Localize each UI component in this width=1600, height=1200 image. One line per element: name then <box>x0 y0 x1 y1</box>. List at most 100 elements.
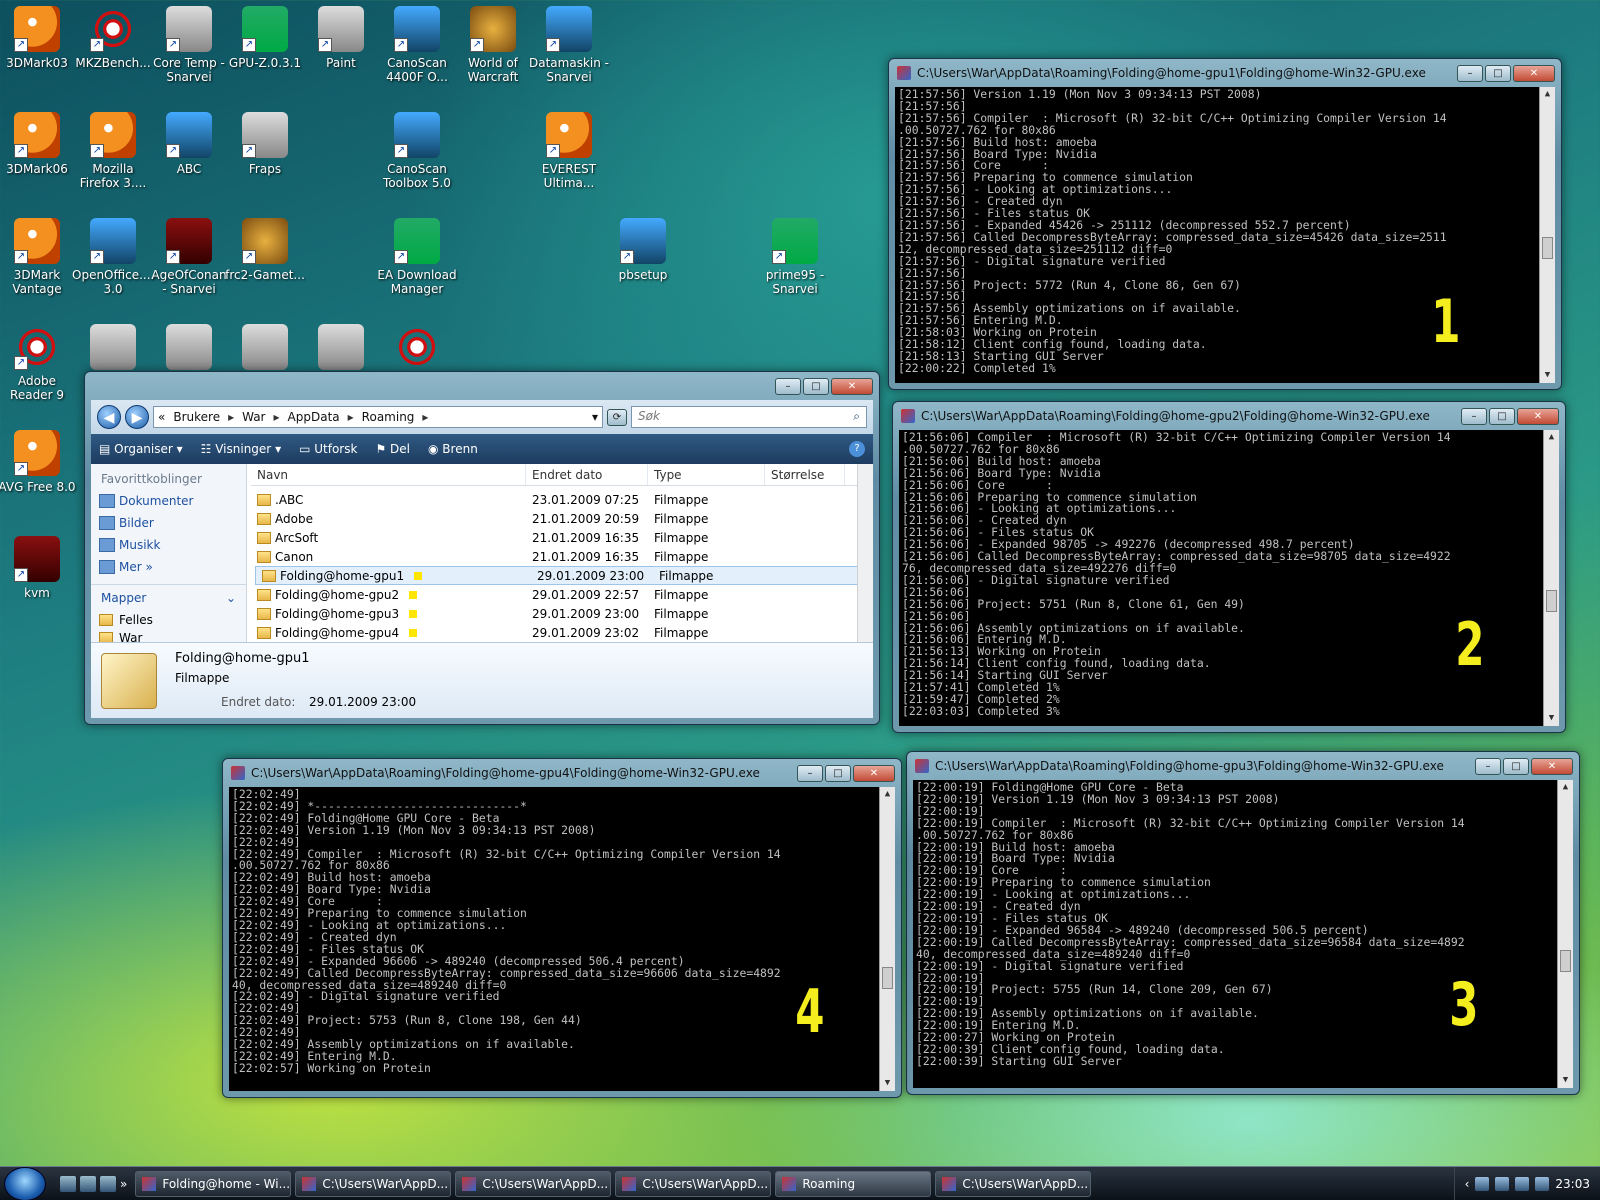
explorer-titlebar[interactable]: – □ ✕ <box>91 372 873 400</box>
desktop-icon[interactable]: ↗ Core Temp - Snarvei <box>148 6 230 84</box>
quicklaunch-overflow-icon[interactable]: » <box>120 1177 127 1191</box>
minimize-button[interactable]: – <box>775 377 801 395</box>
desktop-icon[interactable]: ↗ World of Warcraft <box>452 6 534 84</box>
console-titlebar[interactable]: C:\Users\War\AppData\Roaming\Folding@hom… <box>229 759 895 787</box>
console-window[interactable]: C:\Users\War\AppData\Roaming\Folding@hom… <box>906 751 1580 1095</box>
breadcrumb[interactable]: « Brukere ▸ War ▸ AppData ▸ Roaming ▸ ▾ <box>153 406 603 428</box>
desktop-icon[interactable]: ↗ AgeOfConan - Snarvei <box>148 218 230 296</box>
internet-explorer-icon[interactable] <box>100 1175 116 1192</box>
desktop-icon[interactable]: ↗ AVG Free 8.0 <box>0 430 78 494</box>
console-scrollbar[interactable]: ▲ ▼ <box>1539 87 1555 383</box>
desktop-icon[interactable]: ↗ 3DMark06 <box>0 112 78 176</box>
taskbar-button[interactable]: Folding@home - Wi... <box>135 1170 292 1197</box>
explore-button[interactable]: ▭ Utforsk <box>299 442 357 456</box>
console-output[interactable]: [21:57:56] Version 1.19 (Mon Nov 3 09:34… <box>895 87 1555 383</box>
desktop-icon[interactable]: ↗ EVEREST Ultima... <box>528 112 610 190</box>
file-row[interactable]: Adobe 21.01.2009 20:59 Filmappe <box>251 509 873 528</box>
column-date[interactable]: Endret dato <box>526 464 648 485</box>
burn-button[interactable]: ◉ Brenn <box>428 442 478 456</box>
breadcrumb-item[interactable]: Brukere <box>173 410 220 424</box>
file-row[interactable]: Folding@home-gpu3 29.01.2009 23:00 Filmapp… <box>251 604 873 623</box>
maximize-button[interactable]: □ <box>1489 407 1515 425</box>
close-button[interactable]: ✕ <box>853 764 895 782</box>
scroll-down-icon[interactable]: ▼ <box>1558 1073 1573 1088</box>
desktop-icon[interactable]: ↗ EA Download Manager <box>376 218 458 296</box>
taskbar-button[interactable]: C:\Users\War\AppD... <box>295 1170 452 1197</box>
nav-link[interactable]: Musikk <box>91 534 246 556</box>
scroll-down-icon[interactable]: ▼ <box>1540 368 1555 383</box>
scroll-up-icon[interactable]: ▲ <box>1544 430 1559 445</box>
scroll-down-icon[interactable]: ▼ <box>1544 711 1559 726</box>
desktop-icon[interactable]: ↗ frc2-Gamet... <box>224 218 306 282</box>
desktop-icon[interactable]: ↗ ABC <box>148 112 230 176</box>
breadcrumb-item[interactable]: Roaming <box>362 410 415 424</box>
console-scrollbar[interactable]: ▲ ▼ <box>1543 430 1559 726</box>
search-input[interactable]: Søk ⌕ <box>631 406 867 428</box>
breadcrumb-separator-icon[interactable]: ▸ <box>274 410 280 424</box>
maximize-button[interactable]: □ <box>1503 757 1529 775</box>
console-window[interactable]: C:\Users\War\AppData\Roaming\Folding@hom… <box>892 401 1566 733</box>
nav-link[interactable]: Dokumenter <box>91 490 246 512</box>
network-icon[interactable] <box>1495 1176 1510 1191</box>
tray-app-icon[interactable] <box>1475 1176 1490 1191</box>
file-row[interactable]: .ABC 23.01.2009 07:25 Filmappe <box>251 490 873 509</box>
file-row[interactable]: Folding@home-gpu2 29.01.2009 22:57 Filmapp… <box>251 585 873 604</box>
close-button[interactable]: ✕ <box>831 377 873 395</box>
scroll-up-icon[interactable]: ▲ <box>1558 780 1573 795</box>
maximize-button[interactable]: □ <box>803 377 829 395</box>
console-window[interactable]: C:\Users\War\AppData\Roaming\Folding@hom… <box>222 758 902 1098</box>
console-scrollbar[interactable]: ▲ ▼ <box>879 787 895 1091</box>
address-dropdown-icon[interactable]: ▾ <box>592 410 598 424</box>
minimize-button[interactable]: – <box>797 764 823 782</box>
desktop-icon[interactable]: ↗ kvm <box>0 536 78 600</box>
console-titlebar[interactable]: C:\Users\War\AppData\Roaming\Folding@hom… <box>895 59 1555 87</box>
scroll-thumb[interactable] <box>1546 590 1557 612</box>
file-list-scrollbar[interactable] <box>857 464 873 642</box>
column-size[interactable]: Størrelse <box>765 464 845 485</box>
console-output[interactable]: [22:02:49] [22:02:49] *-----------------… <box>229 787 895 1091</box>
scroll-thumb[interactable] <box>882 967 893 989</box>
maximize-button[interactable]: □ <box>1485 64 1511 82</box>
console-output[interactable]: [22:00:19] Folding@Home GPU Core - Beta … <box>913 780 1573 1088</box>
desktop-icon[interactable]: ↗ OpenOffice.... 3.0 <box>72 218 154 296</box>
desktop-icon[interactable] <box>376 324 458 374</box>
breadcrumb-item[interactable]: AppData <box>288 410 340 424</box>
organise-button[interactable]: ▤ Organiser ▾ <box>99 442 183 456</box>
breadcrumb-separator-icon[interactable]: ▸ <box>422 410 428 424</box>
refresh-icon[interactable]: ⟳ <box>607 408 627 426</box>
desktop-icon[interactable]: ↗ prime95 - Snarvei <box>754 218 836 296</box>
folders-header[interactable]: Mapper ⌄ <box>91 584 246 611</box>
volume-icon[interactable] <box>1515 1176 1530 1191</box>
back-button[interactable]: ◀ <box>97 405 121 429</box>
minimize-button[interactable]: – <box>1457 64 1483 82</box>
minimize-button[interactable]: – <box>1475 757 1501 775</box>
maximize-button[interactable]: □ <box>825 764 851 782</box>
close-button[interactable]: ✕ <box>1531 757 1573 775</box>
clock[interactable]: 23:03 <box>1555 1177 1590 1191</box>
desktop-icon[interactable]: ↗ Fraps <box>224 112 306 176</box>
tray-expand-icon[interactable]: ‹ <box>1465 1177 1470 1191</box>
console-window[interactable]: C:\Users\War\AppData\Roaming\Folding@hom… <box>888 58 1562 390</box>
desktop-icon[interactable]: ↗ CanoScan 4400F O... <box>376 6 458 84</box>
desktop-icon[interactable]: ↗ pbsetup <box>602 218 684 282</box>
scroll-thumb[interactable] <box>1560 950 1571 972</box>
file-row[interactable]: Folding@home-gpu4 29.01.2009 23:02 Filmapp… <box>251 623 873 642</box>
desktop-icon[interactable] <box>72 324 154 374</box>
breadcrumb-separator-icon[interactable]: ▸ <box>348 410 354 424</box>
file-row[interactable]: Canon 21.01.2009 16:35 Filmappe <box>251 547 873 566</box>
desktop-icon[interactable]: ↗ 3DMark Vantage <box>0 218 78 296</box>
show-desktop-icon[interactable] <box>60 1175 76 1192</box>
file-row[interactable]: ArcSoft 21.01.2009 16:35 Filmappe <box>251 528 873 547</box>
desktop-icon[interactable] <box>300 324 382 374</box>
column-type[interactable]: Type <box>648 464 765 485</box>
more-link[interactable]: Mer » <box>91 556 246 578</box>
scroll-down-icon[interactable]: ▼ <box>880 1076 895 1091</box>
desktop-icon[interactable]: ↗ GPU-Z.0.3.1 <box>224 6 306 70</box>
scroll-thumb[interactable] <box>1542 237 1553 259</box>
console-titlebar[interactable]: C:\Users\War\AppData\Roaming\Folding@hom… <box>899 402 1559 430</box>
help-icon[interactable]: ? <box>849 441 865 457</box>
share-button[interactable]: ⚑ Del <box>375 442 410 456</box>
minimize-button[interactable]: – <box>1461 407 1487 425</box>
folder-tree-item[interactable]: Felles <box>91 611 246 629</box>
desktop-icon[interactable]: ↗ CanoScan Toolbox 5.0 <box>376 112 458 190</box>
